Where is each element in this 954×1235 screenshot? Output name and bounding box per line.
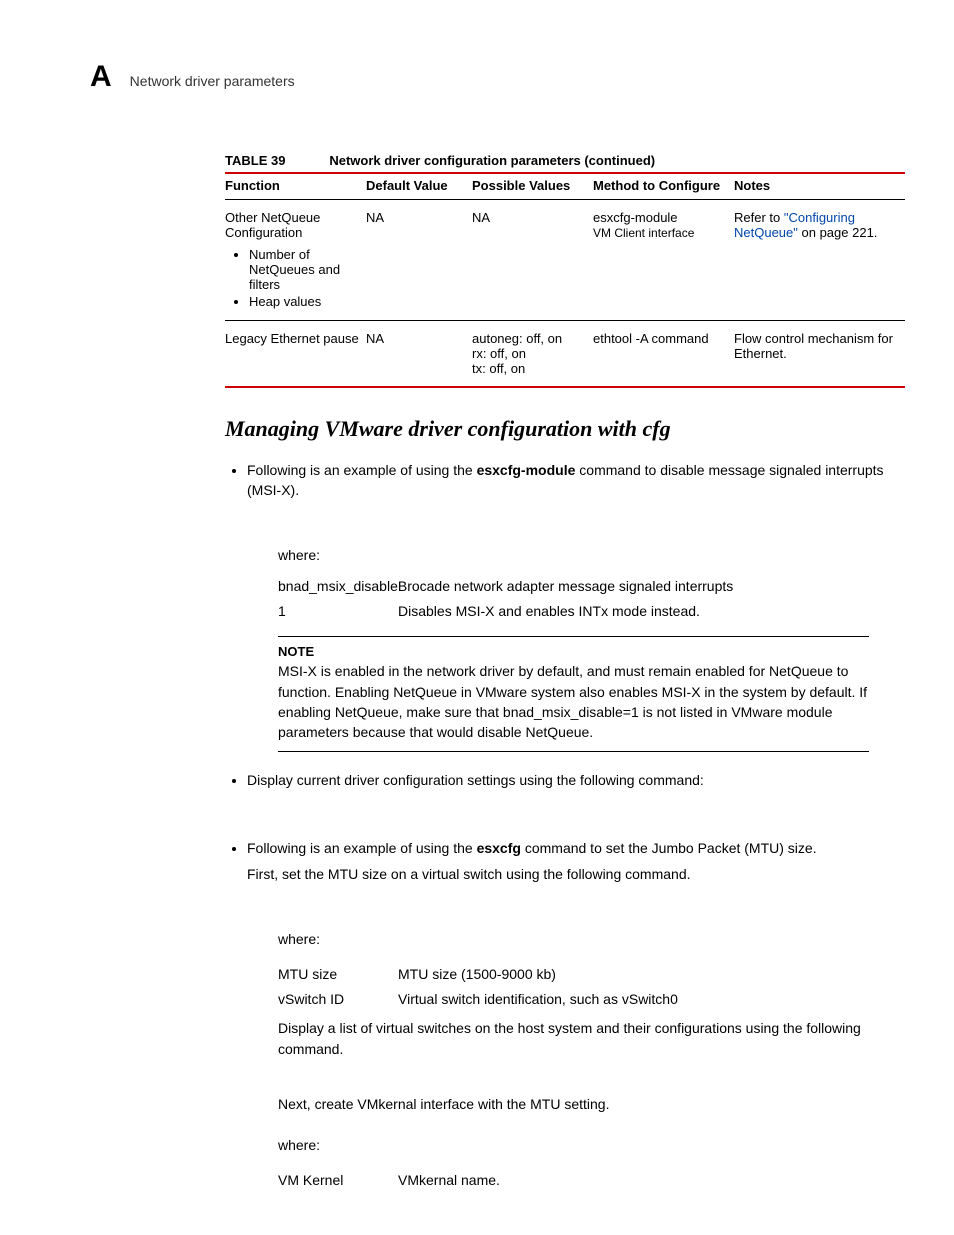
cell-method: ethtool -A command (593, 321, 734, 388)
table-row: Legacy Ethernet pause NA autoneg: off, o… (225, 321, 905, 388)
running-title: Network driver parameters (130, 73, 295, 89)
def-term: MTU size (278, 964, 398, 985)
col-default: Default Value (366, 173, 472, 200)
def-row: vSwitch ID Virtual switch identification… (278, 989, 899, 1010)
table-label: TABLE 39 (225, 153, 285, 168)
where-block: where: VM Kernel VMkernal name. (278, 1135, 899, 1191)
def-term: 1 (278, 601, 398, 622)
def-row: 1 Disables MSI-X and enables INTx mode i… (278, 601, 899, 622)
col-possible: Possible Values (472, 173, 593, 200)
cell-possible: NA (472, 200, 593, 321)
cell-function: Other NetQueue Configuration Number of N… (225, 200, 366, 321)
where-block: where: bnad_msix_disableBrocade network … (278, 545, 899, 622)
cell-notes: Flow control mechanism for Ethernet. (734, 321, 905, 388)
text: command to set the Jumbo Packet (MTU) si… (521, 840, 817, 856)
note-title: NOTE (278, 643, 869, 662)
def-desc: Virtual switch identification, such as v… (398, 989, 899, 1010)
list-item: Number of NetQueues and filters (249, 246, 360, 293)
where-block: where: MTU size MTU size (1500-9000 kb) … (278, 929, 899, 1060)
note-body: MSI-X is enabled in the network driver b… (278, 661, 869, 742)
text: First, set the MTU size on a virtual swi… (247, 864, 899, 884)
method-line1: esxcfg-module (593, 210, 678, 225)
table-title: Network driver configuration parameters … (329, 153, 655, 168)
list-item: Display current driver configuration set… (247, 766, 899, 800)
body-list: Display current driver configuration set… (225, 766, 899, 800)
where-label: where: (278, 1135, 899, 1156)
cell-possible: autoneg: off, on rx: off, on tx: off, on (472, 321, 593, 388)
running-header: A Network driver parameters (90, 60, 899, 94)
bold-text: esxcfg (477, 840, 521, 856)
def-desc: VMkernal name. (398, 1170, 899, 1191)
cell-default: NA (366, 321, 472, 388)
list-item: Heap values (249, 293, 360, 310)
col-method: Method to Configure (593, 173, 734, 200)
body-list: Following is an example of using the esx… (225, 834, 899, 895)
chapter-letter: A (90, 60, 112, 94)
table-caption: TABLE 39 Network driver configuration pa… (225, 152, 899, 168)
section-heading: Managing VMware driver configuration wit… (225, 416, 899, 442)
col-function: Function (225, 173, 366, 200)
where-label: where: (278, 929, 899, 950)
def-inline: bnad_msix_disableBrocade network adapter… (278, 576, 899, 597)
list-item: Following is an example of using the esx… (247, 834, 899, 895)
def-term: bnad_msix_disable (278, 578, 398, 594)
page: A Network driver parameters TABLE 39 Net… (0, 0, 954, 1235)
def-row: MTU size MTU size (1500-9000 kb) (278, 964, 899, 985)
cell-notes: Refer to "Configuring NetQueue" on page … (734, 200, 905, 321)
param-table: Function Default Value Possible Values M… (225, 172, 905, 388)
def-desc: Disables MSI-X and enables INTx mode ins… (398, 601, 899, 622)
where-label: where: (278, 545, 899, 566)
note-box: NOTE MSI-X is enabled in the network dri… (278, 636, 869, 752)
text: Following is an example of using the (247, 462, 477, 478)
cell-default: NA (366, 200, 472, 321)
bold-text: esxcfg-module (477, 462, 576, 478)
text: Following is an example of using the (247, 840, 477, 856)
list-item: Following is an example of using the esx… (247, 456, 899, 511)
def-term: vSwitch ID (278, 989, 398, 1010)
paragraph: Next, create VMkernal interface with the… (278, 1094, 899, 1115)
function-sublist: Number of NetQueues and filters Heap val… (225, 246, 360, 310)
table-row: Other NetQueue Configuration Number of N… (225, 200, 905, 321)
def-desc: Brocade network adapter message signaled… (398, 578, 733, 594)
def-term: VM Kernel (278, 1170, 398, 1191)
function-main: Other NetQueue Configuration (225, 210, 320, 240)
col-notes: Notes (734, 173, 905, 200)
method-line2: VM Client interface (593, 226, 694, 240)
notes-suffix: on page 221. (798, 225, 878, 240)
cell-function: Legacy Ethernet pause (225, 321, 366, 388)
notes-prefix: Refer to (734, 210, 784, 225)
cell-method: esxcfg-module VM Client interface (593, 200, 734, 321)
paragraph: Display a list of virtual switches on th… (278, 1018, 899, 1060)
def-row: VM Kernel VMkernal name. (278, 1170, 899, 1191)
table-header-row: Function Default Value Possible Values M… (225, 173, 905, 200)
body-list: Following is an example of using the esx… (225, 456, 899, 511)
def-desc: MTU size (1500-9000 kb) (398, 964, 899, 985)
